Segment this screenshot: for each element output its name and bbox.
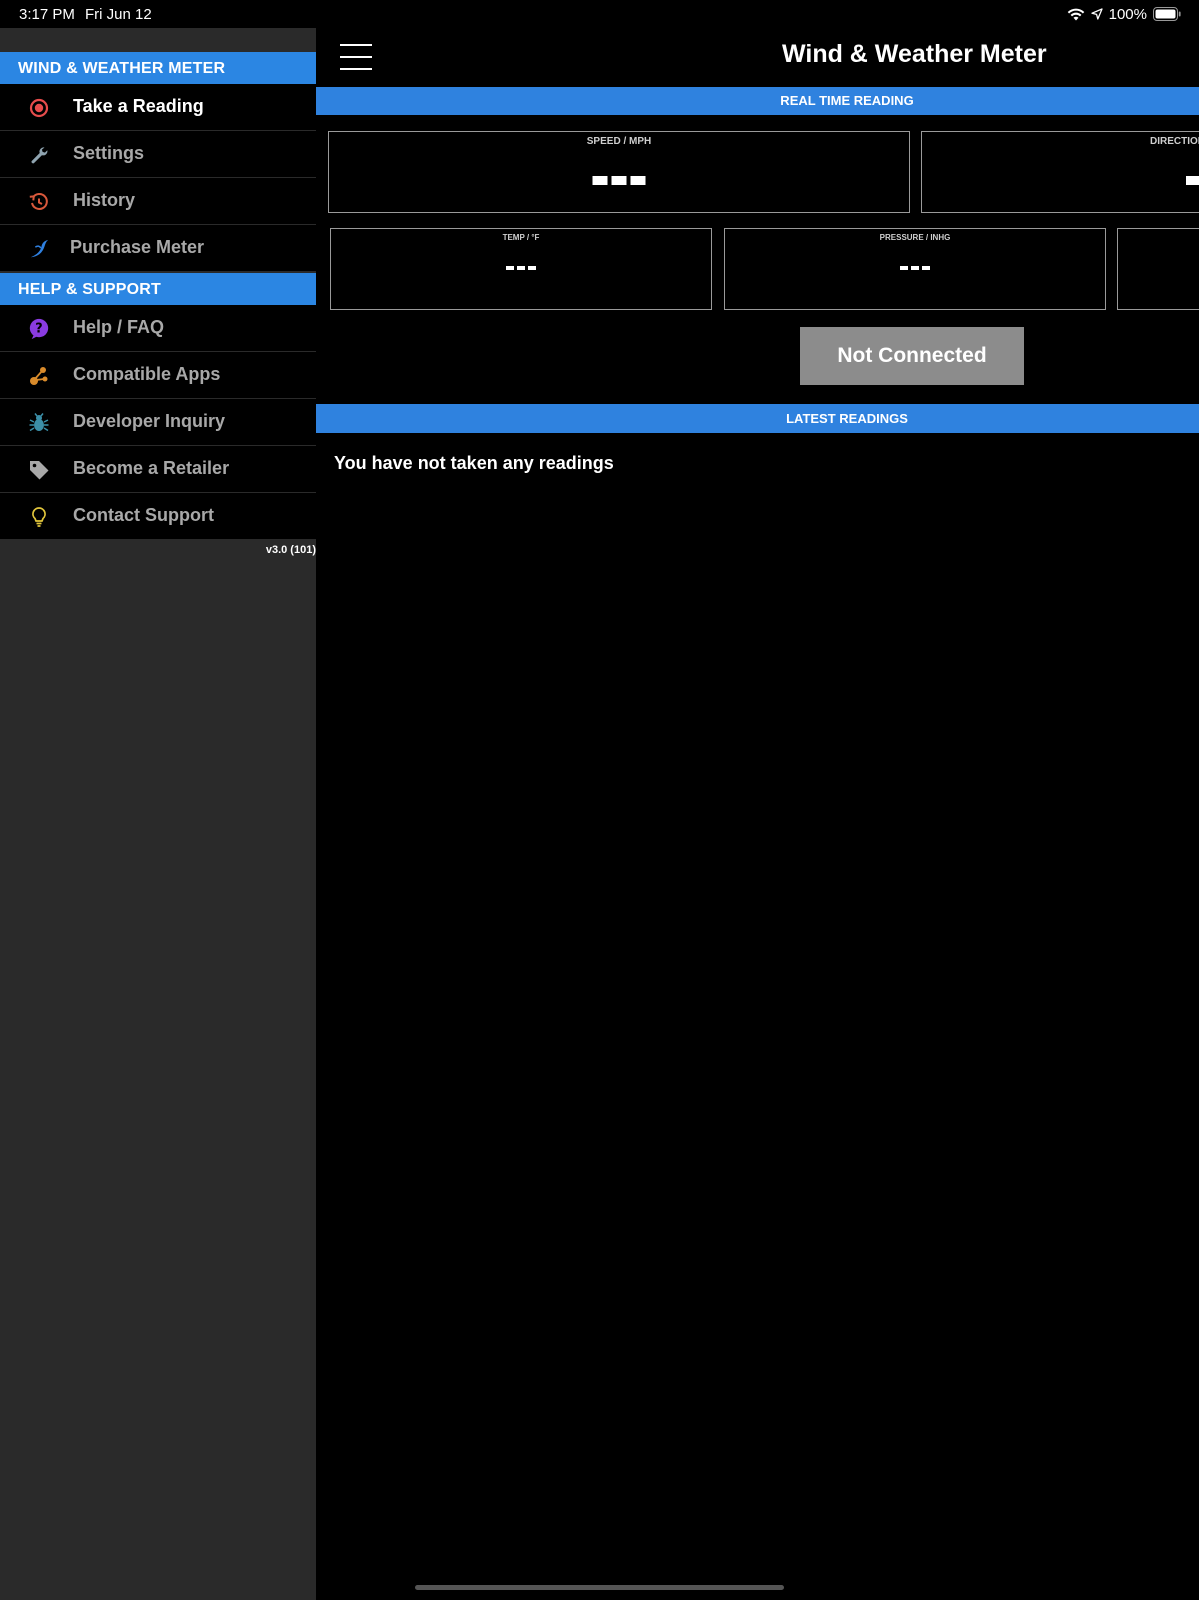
lightbulb-icon — [28, 506, 50, 528]
status-right: 100% — [1067, 5, 1181, 23]
menu-item-developer-inquiry[interactable]: Developer Inquiry — [0, 399, 316, 446]
location-arrow-icon — [1090, 8, 1103, 20]
menu-item-label: Compatible Apps — [73, 364, 221, 384]
record-icon — [28, 97, 50, 119]
menu-item-history[interactable]: History — [0, 178, 316, 225]
speed-value-placeholder — [592, 176, 646, 185]
connection-status-button[interactable]: Not Connected — [800, 327, 1024, 385]
pressure-card: PRESSURE / INHG — [724, 228, 1106, 310]
direction-card: DIRECTION — [921, 131, 1199, 213]
section-header-help-support: HELP & SUPPORT — [0, 273, 316, 305]
temp-label: TEMP / °F — [502, 233, 540, 242]
menu-toggle-button[interactable] — [340, 44, 372, 70]
home-indicator[interactable] — [415, 1585, 784, 1590]
band-title: LATEST READINGS — [786, 411, 908, 426]
menu-item-settings[interactable]: Settings — [0, 131, 316, 178]
menu-item-label: Take a Reading — [73, 96, 204, 116]
svg-text:?: ? — [35, 322, 42, 337]
direction-label: DIRECTION — [1150, 136, 1199, 147]
battery-icon — [1153, 7, 1181, 21]
menu-item-label: Become a Retailer — [73, 458, 230, 478]
status-bar: 3:17 PM Fri Jun 12 100% — [0, 0, 1199, 28]
app-version: v3.0 (101) — [265, 544, 316, 556]
bug-icon — [28, 412, 50, 434]
menu-item-help-faq[interactable]: ? Help / FAQ — [0, 305, 316, 352]
menu-item-label: Purchase Meter — [70, 237, 205, 257]
wifi-icon — [1067, 8, 1084, 21]
realtime-reading-band: REAL TIME READING — [316, 87, 1199, 115]
menu-item-label: Contact Support — [73, 505, 214, 525]
history-icon — [28, 191, 50, 213]
menu-item-take-reading[interactable]: Take a Reading — [0, 84, 316, 131]
extra-reading-card — [1117, 228, 1199, 310]
menu-item-contact-support[interactable]: Contact Support — [0, 493, 316, 540]
section-header-wind-weather: WIND & WEATHER METER — [0, 52, 316, 84]
status-time: 3:17 PM — [19, 6, 75, 23]
question-icon: ? — [28, 318, 50, 340]
temp-card: TEMP / °F — [330, 228, 712, 310]
direction-value-placeholder — [1186, 176, 1199, 185]
tag-icon — [28, 459, 50, 481]
status-date: Fri Jun 12 — [85, 6, 152, 23]
menu-item-compatible-apps[interactable]: Compatible Apps — [0, 352, 316, 399]
menu-item-label: Settings — [73, 143, 145, 163]
speed-label: SPEED / MPH — [586, 136, 652, 147]
side-menu: WIND & WEATHER METER Take a Reading Sett… — [0, 28, 316, 1600]
pressure-label: PRESSURE / INHG — [879, 233, 951, 242]
page-title: Wind & Weather Meter — [782, 40, 1047, 68]
speed-card: SPEED / MPH — [328, 131, 910, 213]
menu-item-label: History — [73, 190, 136, 210]
menu-item-become-retailer[interactable]: Become a Retailer — [0, 446, 316, 493]
menu-item-label: Developer Inquiry — [73, 411, 226, 431]
main-content: Wind & Weather Meter REAL TIME READING S… — [316, 28, 1199, 1600]
temp-value-placeholder — [506, 266, 536, 270]
latest-readings-band: LATEST READINGS — [316, 404, 1199, 433]
no-readings-message: You have not taken any readings — [334, 453, 614, 473]
band-title: REAL TIME READING — [780, 93, 914, 108]
share-nodes-icon — [28, 365, 50, 387]
menu-item-purchase-meter[interactable]: Purchase Meter — [0, 225, 316, 272]
bird-logo-icon — [28, 238, 50, 260]
battery-percent: 100% — [1108, 5, 1147, 23]
wrench-icon — [28, 144, 50, 166]
menu-item-label: Help / FAQ — [73, 317, 165, 337]
pressure-value-placeholder — [900, 266, 930, 270]
